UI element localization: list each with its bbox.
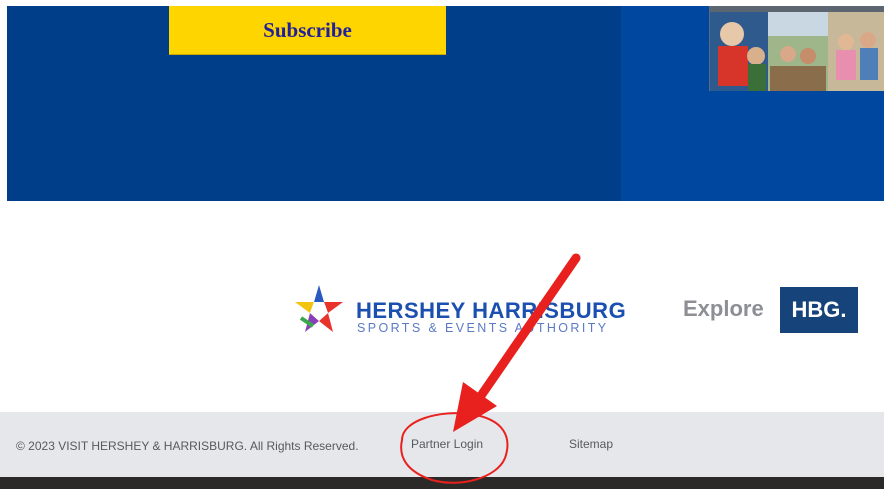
partner-login-link[interactable]: Partner Login bbox=[411, 437, 483, 451]
footer-bottom-edge bbox=[0, 477, 884, 489]
subscribe-button[interactable]: Subscribe bbox=[169, 6, 446, 55]
hhsea-logo[interactable]: HERSHEY HARRISBURG SPORTS & EVENTS AUTHO… bbox=[291, 282, 631, 342]
promo-photo-collage[interactable] bbox=[709, 6, 884, 91]
star-logo-icon bbox=[295, 285, 343, 332]
explore-word: Explore bbox=[683, 296, 764, 321]
hhsea-tagline: SPORTS & EVENTS AUTHORITY bbox=[357, 321, 609, 335]
hbg-badge: HBG. bbox=[780, 287, 858, 333]
sitemap-link[interactable]: Sitemap bbox=[569, 437, 613, 451]
copyright-text: © 2023 VISIT HERSHEY & HARRISBURG. All R… bbox=[16, 439, 359, 453]
explore-hbg-logo[interactable]: Explore HBG. bbox=[683, 287, 861, 333]
